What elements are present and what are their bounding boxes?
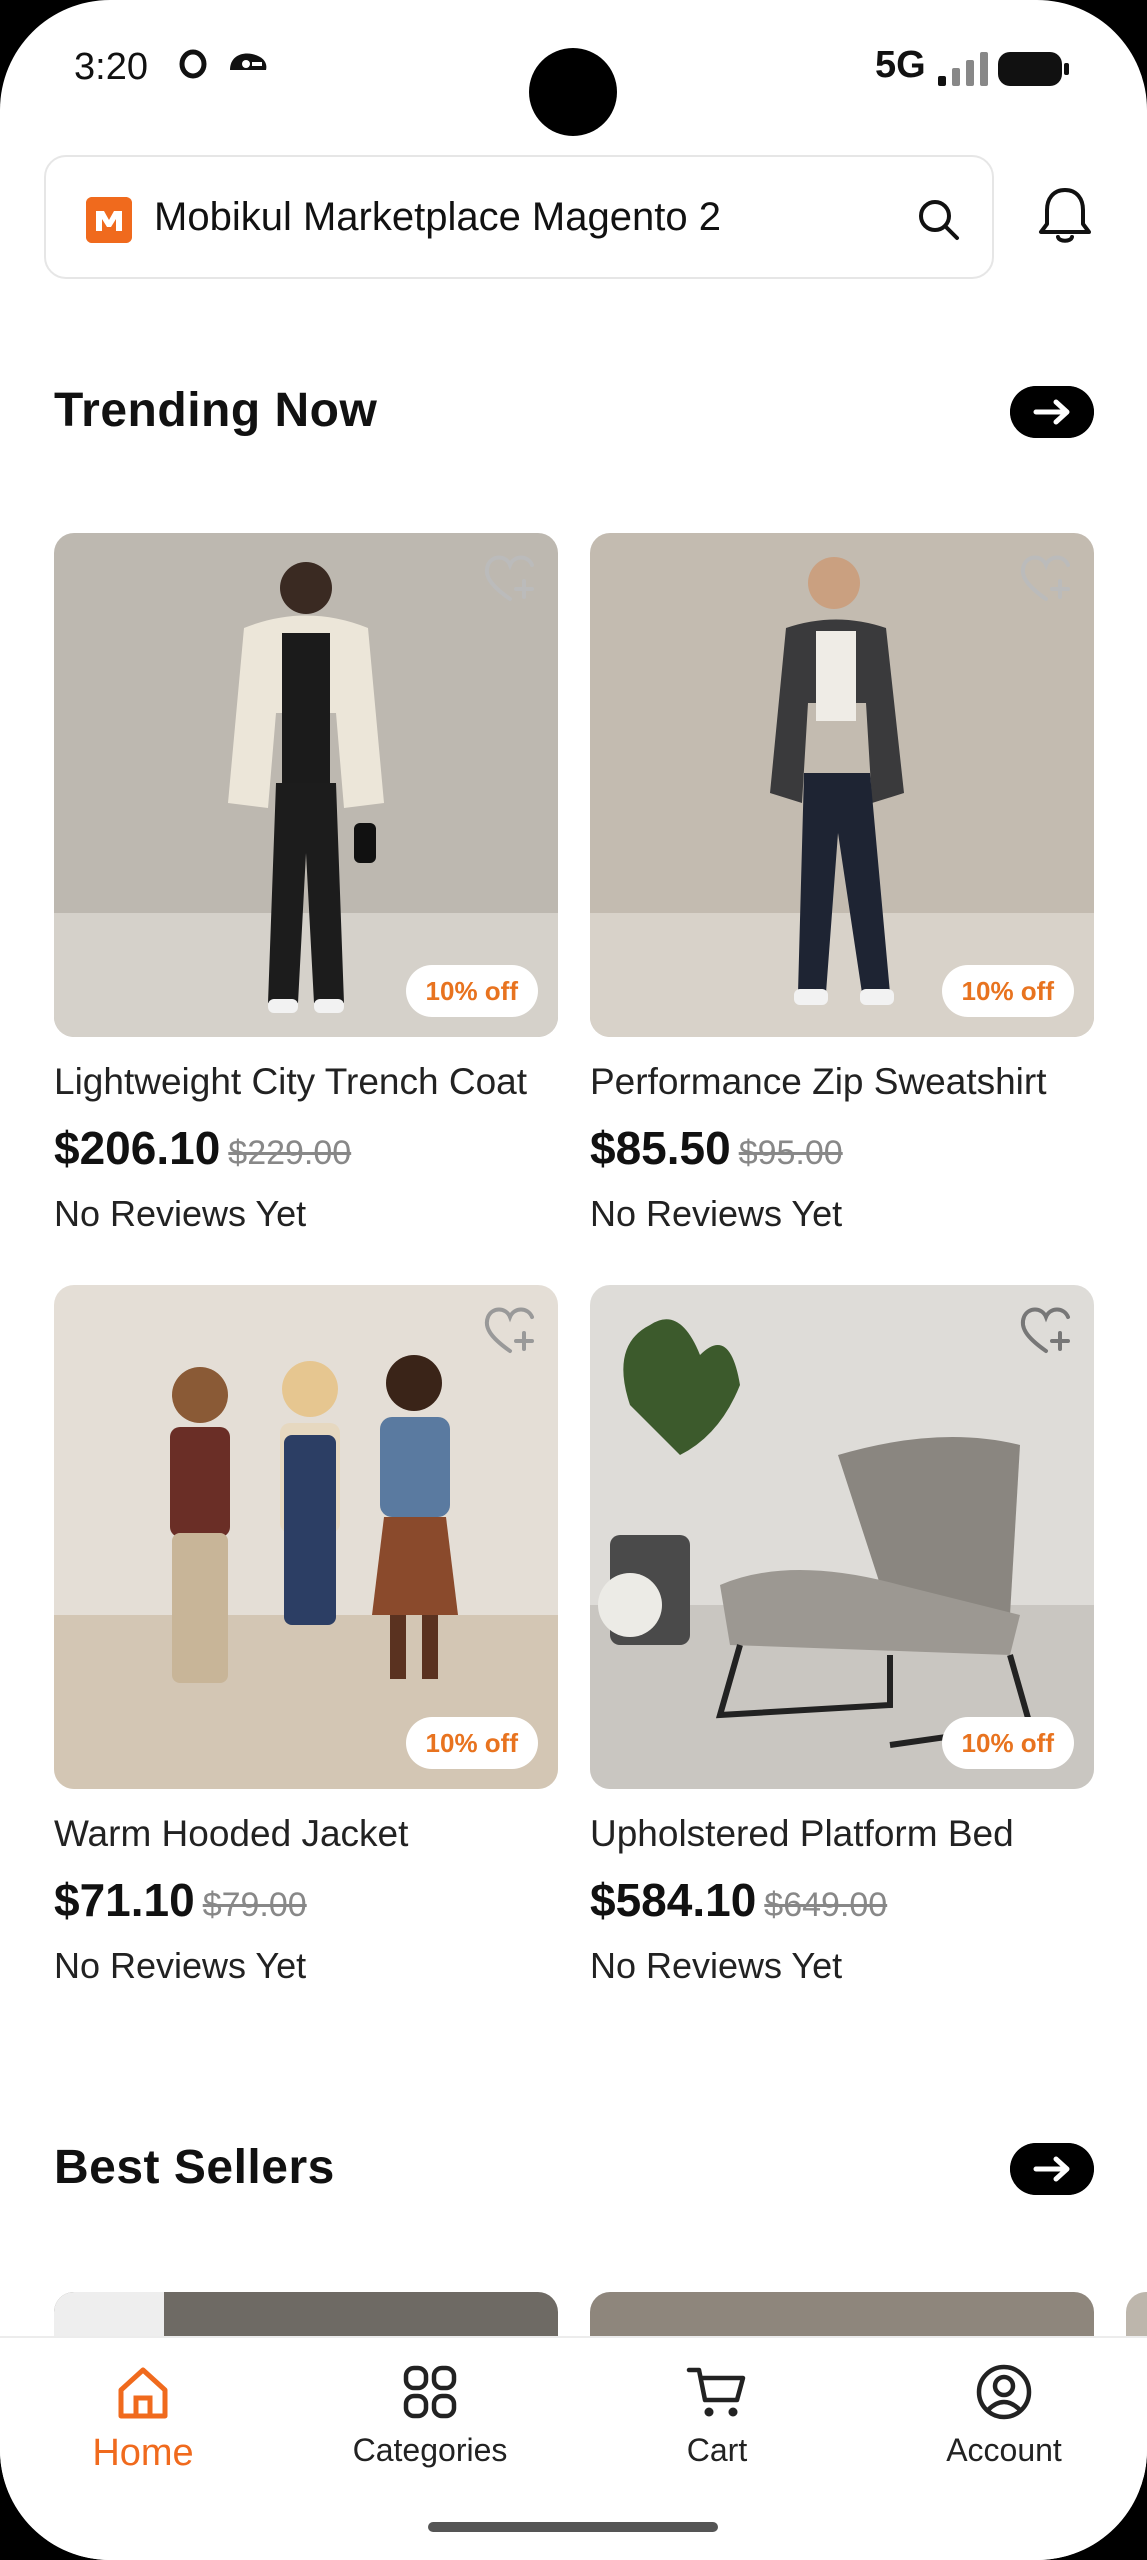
product-photo-woman-blazer <box>54 533 558 1037</box>
nav-home-label: Home <box>92 2432 194 2474</box>
nav-cart[interactable]: Cart <box>597 2360 837 2469</box>
search-title: Mobikul Marketplace Magento 2 <box>154 195 721 239</box>
review-status: No Reviews Yet <box>590 1193 843 1234</box>
notification-circle-icon <box>179 49 207 79</box>
product-price: $584.10 $649.00 <box>590 1873 887 1927</box>
app-logo-icon <box>86 197 132 243</box>
product-card[interactable]: 10% off Lightweight City Trench Coat $20… <box>54 533 558 1234</box>
product-photo-man-blazer <box>590 533 1094 1037</box>
network-type: 5G <box>875 44 926 86</box>
product-card[interactable]: 10% off Warm Hooded Jacket $71.10 $79.00 … <box>54 1285 558 1986</box>
review-status: No Reviews Yet <box>54 1193 307 1234</box>
home-icon <box>118 2367 168 2419</box>
nav-categories-label: Categories <box>352 2432 508 2468</box>
signal-icon <box>938 52 988 86</box>
account-icon <box>976 2364 1032 2420</box>
nav-cart-label: Cart <box>686 2432 748 2468</box>
wishlist-heart-icon[interactable] <box>1016 551 1076 605</box>
status-bar: 3:20 5G <box>0 0 1147 140</box>
trending-arrow-button[interactable] <box>1010 386 1094 438</box>
status-time: 3:20 <box>74 46 148 88</box>
home-indicator[interactable] <box>428 2522 718 2532</box>
current-price: $206.10 <box>54 1122 221 1174</box>
best-seller-image-peek[interactable] <box>54 2292 558 2340</box>
search-bar[interactable]: Mobikul Marketplace Magento 2 <box>44 155 994 279</box>
app-screen: 3:20 5G Mobikul Marketplace Magento 2 Tr… <box>0 0 1147 2560</box>
product-price: $85.50 $95.00 <box>590 1121 843 1175</box>
app-notification-icon <box>230 53 267 70</box>
product-card[interactable]: 10% off Performance Zip Sweatshirt $85.5… <box>590 533 1094 1234</box>
wishlist-heart-icon[interactable] <box>1016 1303 1076 1357</box>
product-name[interactable]: Lightweight City Trench Coat <box>54 1061 527 1103</box>
best-seller-image-peek[interactable] <box>1126 2292 1147 2340</box>
product-name[interactable]: Warm Hooded Jacket <box>54 1813 408 1855</box>
product-name[interactable]: Upholstered Platform Bed <box>590 1813 1014 1855</box>
nav-categories[interactable]: Categories <box>310 2360 550 2469</box>
wishlist-heart-icon[interactable] <box>480 551 540 605</box>
best-seller-image-peek[interactable] <box>590 2292 1094 2340</box>
peek-image-highlight <box>54 2292 164 2340</box>
product-name[interactable]: Performance Zip Sweatshirt <box>590 1061 1047 1103</box>
review-status: No Reviews Yet <box>590 1945 843 1986</box>
search-icon[interactable] <box>914 195 962 243</box>
product-photo-kids <box>54 1285 558 1789</box>
current-price: $584.10 <box>590 1874 757 1926</box>
product-price: $71.10 $79.00 <box>54 1873 307 1927</box>
review-status: No Reviews Yet <box>54 1945 307 1986</box>
nav-account-label: Account <box>946 2432 1062 2468</box>
current-price: $85.50 <box>590 1122 731 1174</box>
original-price: $649.00 <box>764 1886 888 1924</box>
discount-badge: 10% off <box>405 965 538 1017</box>
nav-home[interactable]: Home <box>23 2360 263 2475</box>
current-price: $71.10 <box>54 1874 195 1926</box>
product-image[interactable]: 10% off <box>590 1285 1094 1789</box>
product-image[interactable]: 10% off <box>590 533 1094 1037</box>
product-photo-chair <box>590 1285 1094 1789</box>
wishlist-heart-icon[interactable] <box>480 1303 540 1357</box>
section-title-trending: Trending Now <box>54 384 378 437</box>
discount-badge: 10% off <box>405 1717 538 1769</box>
discount-badge: 10% off <box>941 965 1074 1017</box>
section-title-best-sellers: Best Sellers <box>54 2141 335 2194</box>
categories-icon <box>403 2365 457 2419</box>
original-price: $229.00 <box>228 1134 352 1172</box>
cart-icon <box>686 2367 746 2417</box>
original-price: $79.00 <box>202 1886 307 1924</box>
product-image[interactable]: 10% off <box>54 1285 558 1789</box>
bell-icon[interactable] <box>1036 184 1094 248</box>
nav-account[interactable]: Account <box>884 2360 1124 2469</box>
product-image[interactable]: 10% off <box>54 533 558 1037</box>
product-price: $206.10 $229.00 <box>54 1121 351 1175</box>
original-price: $95.00 <box>738 1134 843 1172</box>
best-sellers-arrow-button[interactable] <box>1010 2143 1094 2195</box>
battery-icon <box>998 52 1069 86</box>
product-card[interactable]: 10% off Upholstered Platform Bed $584.10… <box>590 1285 1094 1986</box>
discount-badge: 10% off <box>941 1717 1074 1769</box>
front-camera <box>529 48 617 136</box>
